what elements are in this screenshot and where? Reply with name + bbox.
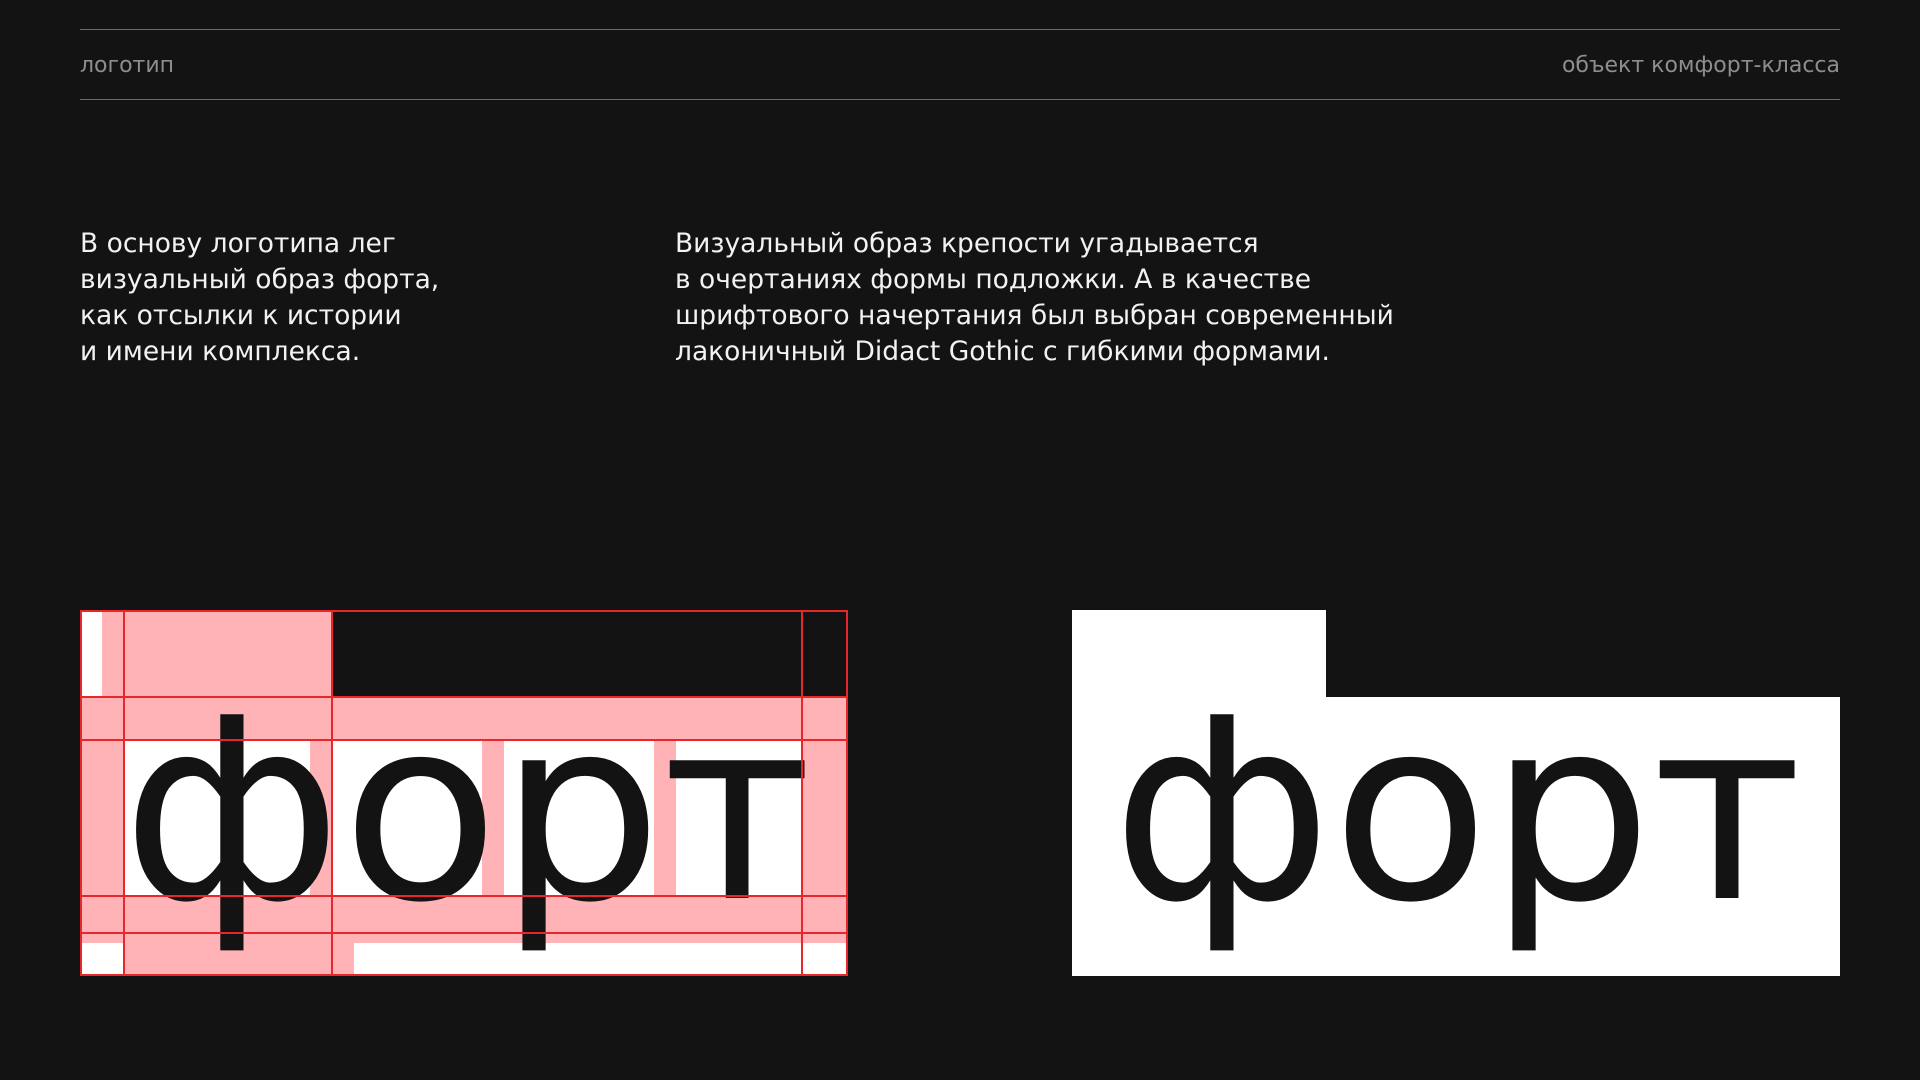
logo-final-svg: форт xyxy=(1072,610,1840,976)
intro-left-line: как отсылки к истории xyxy=(80,300,402,331)
logo-grid-svg: форт xyxy=(80,610,848,976)
intro-left-line: и имени комплекса. xyxy=(80,336,361,367)
logo-wordmark-grid: форт xyxy=(122,665,812,958)
intro-right-line: шрифтового начертания был выбран совреме… xyxy=(675,300,1394,331)
section-label: логотип xyxy=(80,53,175,78)
header-top-rule xyxy=(80,29,1840,30)
intro-right-paragraph: Визуальный образ крепости угадывается в … xyxy=(675,226,1535,370)
intro-right-line: Визуальный образ крепости угадывается xyxy=(675,228,1259,259)
intro-left-line: визуальный образ форта, xyxy=(80,264,440,295)
intro-left-paragraph: В основу логотипа лег визуальный образ ф… xyxy=(80,226,640,370)
intro-right-line: в очертаниях формы подложки. А в качеств… xyxy=(675,264,1312,295)
logo-construction-grid: форт xyxy=(80,610,850,976)
logo-final: форт xyxy=(1072,610,1840,976)
project-label: объект комфорт-класса xyxy=(1561,53,1840,78)
header-bottom-rule xyxy=(80,99,1840,100)
intro-right-line: лаконичный Didact Gothic с гибкими форма… xyxy=(675,336,1330,367)
logo-wordmark: форт xyxy=(1112,665,1802,958)
intro-left-line: В основу логотипа лег xyxy=(80,228,396,259)
